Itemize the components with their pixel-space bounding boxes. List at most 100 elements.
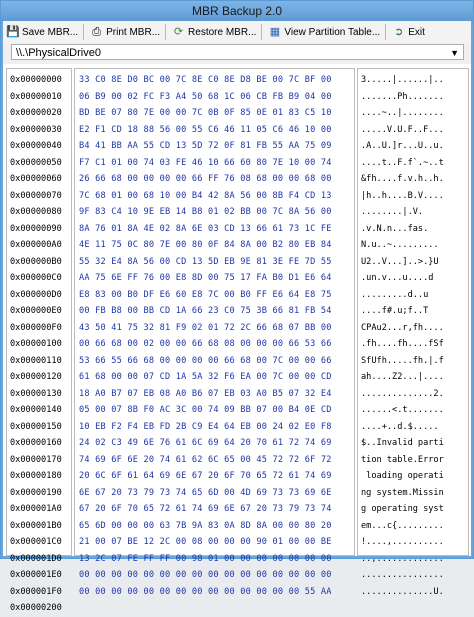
- hex-row: B4 41 BB AA 55 CD 13 5D 72 0F 81 FB 55 A…: [79, 141, 332, 151]
- drive-select[interactable]: \\.\PhysicalDrive0 ▼: [11, 44, 464, 60]
- hex-row: 61 68 00 00 07 CD 1A 5A 32 F6 EA 00 7C 0…: [79, 372, 332, 382]
- save-icon: 💾: [6, 25, 20, 38]
- offset-cell: 0x000001C0: [10, 537, 62, 547]
- offset-cell: 0x00000130: [10, 388, 62, 399]
- restore-mbr-label: Restore MBR...: [188, 26, 257, 38]
- offset-cell: 0x000000A0: [10, 240, 62, 250]
- print-mbr-label: Print MBR...: [106, 26, 161, 38]
- offset-rows: 0x00000000 0x00000010 0x00000020 0x00000030…: [7, 72, 71, 617]
- hex-row: 10 EB F2 F4 EB FD 2B C9 E4 64 EB 00 24 0…: [79, 421, 332, 432]
- offset-cell: 0x00000100: [10, 339, 62, 349]
- offset-cell: 0x00000140: [10, 405, 62, 415]
- toolbar-separator: [83, 24, 85, 40]
- offset-cell: 0x00000160: [10, 438, 62, 448]
- toolbar-separator: [261, 24, 263, 40]
- ascii-rows: 3.....|......|.. .......Ph....... ....~..|…: [358, 72, 468, 600]
- hex-row: E8 83 00 B0 DF E6 60 E8 7C 00 B0 FF E6 6…: [79, 289, 332, 300]
- ascii-row: !....,..........: [361, 537, 444, 547]
- offset-cell: 0x00000110: [10, 355, 62, 366]
- hex-row: BD BE 07 80 7E 00 00 7C 0B 0F 85 0E 01 8…: [79, 108, 332, 118]
- ascii-row: ..............2.: [361, 388, 444, 399]
- offset-cell: 0x000001A0: [10, 504, 62, 514]
- hex-row: 9F 83 C4 10 9E EB 14 B8 01 02 BB 00 7C 8…: [79, 207, 332, 217]
- drive-bar: \\.\PhysicalDrive0 ▼: [3, 43, 471, 64]
- title-bar[interactable]: MBR Backup 2.0: [1, 1, 473, 21]
- hex-dump-panel: 0x00000000 0x00000010 0x00000020 0x00000030…: [3, 64, 471, 613]
- hex-row: 06 B9 00 02 FC F3 A4 50 68 1C 06 CB FB B…: [79, 91, 332, 102]
- offset-cell: 0x000000E0: [10, 306, 62, 316]
- view-partition-table-button[interactable]: ▦ View Partition Table...: [265, 23, 383, 41]
- ascii-row: .........d..u: [361, 289, 429, 300]
- partition-table-icon: ▦: [269, 25, 281, 38]
- hex-row: 21 00 07 BE 12 2C 00 08 00 00 00 90 01 0…: [79, 537, 332, 547]
- hex-row: 8A 76 01 8A 4E 02 8A 6E 03 CD 13 66 61 7…: [79, 223, 332, 234]
- hex-row: 05 00 07 8B F0 AC 3C 00 74 09 BB 07 00 B…: [79, 405, 332, 415]
- exit-icon: ➲: [394, 25, 404, 38]
- ascii-row: &fh....f.v.h..h.: [361, 174, 444, 184]
- hex-row: 6E 67 20 73 79 73 74 65 6D 00 4D 69 73 7…: [79, 487, 332, 498]
- hex-row: 74 69 6F 6E 20 74 61 62 6C 65 00 45 72 7…: [79, 454, 332, 465]
- offset-cell: 0x00000080: [10, 207, 62, 217]
- hex-row: 20 6C 6F 61 64 69 6E 67 20 6F 70 65 72 6…: [79, 471, 332, 481]
- ascii-row: em...c{.........: [361, 520, 444, 531]
- ascii-row: 3.....|......|..: [361, 75, 444, 85]
- ascii-row: .......Ph.......: [361, 91, 444, 102]
- toolbar: 💾 Save MBR... ⎙ Print MBR... ⟳ Restore M…: [3, 21, 471, 43]
- ascii-row: .A..U.]r...U..u.: [361, 141, 444, 151]
- toolbar-separator: [385, 24, 387, 40]
- ascii-row: N.u..~.........: [361, 240, 439, 250]
- offset-cell: 0x00000050: [10, 157, 62, 168]
- hex-row: 00 66 68 00 02 00 00 66 68 08 00 00 00 6…: [79, 339, 332, 349]
- exit-label: Exit: [408, 26, 425, 38]
- offset-cell: 0x000001B0: [10, 520, 62, 531]
- offset-cell: 0x00000030: [10, 124, 62, 135]
- offset-cell: 0x000000C0: [10, 273, 62, 283]
- ascii-row: ....t..F.f`.~..t: [361, 157, 444, 168]
- offset-cell: 0x00000070: [10, 190, 62, 201]
- offset-cell: 0x000000B0: [10, 256, 62, 267]
- ascii-row: ................: [361, 570, 444, 580]
- hex-row: AA 75 6E FF 76 00 E8 8D 00 75 17 FA B0 D…: [79, 273, 332, 283]
- ascii-row: ........|.V.: [361, 207, 424, 217]
- offset-cell: 0x00000010: [10, 91, 62, 102]
- exit-button[interactable]: ➲ Exit: [389, 23, 428, 41]
- offset-column[interactable]: 0x00000000 0x00000010 0x00000020 0x00000030…: [6, 68, 72, 613]
- ascii-row: ng system.Missin: [361, 487, 444, 498]
- chevron-down-icon[interactable]: ▼: [450, 45, 459, 61]
- print-mbr-button[interactable]: ⎙ Print MBR...: [87, 23, 163, 41]
- ascii-row: U2..V...]..>.}U: [361, 256, 439, 267]
- hex-row: 00 00 00 00 00 00 00 00 00 00 00 00 00 0…: [79, 586, 332, 597]
- save-mbr-label: Save MBR...: [22, 26, 79, 38]
- offset-cell: 0x000001F0: [10, 586, 62, 597]
- hex-row: 43 50 41 75 32 81 F9 02 01 72 2C 66 68 0…: [79, 322, 332, 333]
- ascii-row: tion table.Error: [361, 454, 444, 465]
- hex-column[interactable]: 33 C0 8E D0 BC 00 7C 8E C0 8E D8 BE 00 7…: [74, 68, 355, 597]
- print-icon: ⎙: [92, 25, 102, 38]
- view-partition-table-label: View Partition Table...: [284, 26, 381, 38]
- ascii-row: ....f#.u;f..T: [361, 306, 429, 316]
- hex-row: E2 F1 CD 18 88 56 00 55 C6 46 11 05 C6 4…: [79, 124, 332, 135]
- restore-mbr-button[interactable]: ⟳ Restore MBR...: [169, 23, 259, 41]
- offset-cell: 0x00000020: [10, 108, 62, 118]
- offset-cell: 0x00000170: [10, 454, 62, 465]
- ascii-row: ..............U.: [361, 586, 444, 597]
- hex-row: 4E 11 75 0C 80 7E 00 80 0F 84 8A 00 B2 8…: [79, 240, 332, 250]
- ascii-row: SfUfh.....fh.|.f: [361, 355, 444, 366]
- ascii-row: .....V.U.F..F...: [361, 124, 444, 135]
- ascii-row: .un.v...u....d: [361, 273, 434, 283]
- app-window: MBR Backup 2.0 💾 Save MBR... ⎙ Print MBR…: [0, 0, 474, 613]
- hex-row: 00 00 00 00 00 00 00 00 00 00 00 00 00 0…: [79, 570, 332, 580]
- offset-cell: 0x00000190: [10, 487, 62, 498]
- ascii-row: .v.N.n...fas.: [361, 223, 429, 234]
- hex-row: 33 C0 8E D0 BC 00 7C 8E C0 8E D8 BE 00 7…: [79, 75, 332, 85]
- hex-row: 55 32 E4 8A 56 00 CD 13 5D EB 9E 81 3E F…: [79, 256, 332, 267]
- ascii-row: ....~..|........: [361, 108, 444, 118]
- hex-row: F7 C1 01 00 74 03 FE 46 10 66 60 80 7E 1…: [79, 157, 332, 168]
- hex-row: 24 02 C3 49 6E 76 61 6C 69 64 20 70 61 7…: [79, 438, 332, 448]
- ascii-row: loading operati: [361, 471, 444, 481]
- offset-cell: 0x000000D0: [10, 289, 62, 300]
- ascii-column[interactable]: 3.....|......|.. .......Ph....... ....~..|…: [357, 68, 469, 597]
- save-mbr-button[interactable]: 💾 Save MBR...: [3, 23, 81, 41]
- ascii-row: |h..h....B.V....: [361, 190, 444, 201]
- offset-cell: 0x00000000: [10, 75, 62, 85]
